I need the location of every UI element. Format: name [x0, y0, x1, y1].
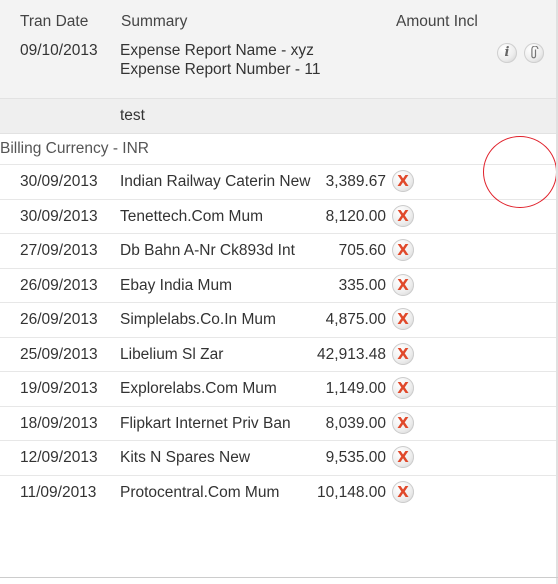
header-summary: Summary [121, 13, 188, 30]
transaction-row[interactable]: 11/09/2013 Protocentral.Com Mum 10,148.00 X [0, 474, 558, 509]
transaction-row[interactable]: 19/09/2013 Explorelabs.Com Mum 1,149.00 X [0, 371, 558, 405]
transaction-row[interactable]: 12/09/2013 Kits N Spares New 9,535.00 X [0, 440, 558, 474]
transaction-amount: 705.60 [338, 242, 386, 259]
transaction-date: 27/09/2013 [20, 242, 98, 259]
transaction-amount: 8,120.00 [325, 207, 386, 225]
transaction-date: 11/09/2013 [20, 483, 97, 501]
transactions-panel: Tran Date Summary Amount Incl 09/10/2013… [0, 0, 558, 584]
transaction-date: 18/09/2013 [20, 414, 98, 432]
delete-transaction-icon[interactable]: X [392, 239, 414, 261]
transaction-date: 26/09/2013 [20, 311, 98, 328]
transaction-summary: Libelium Sl Zar [120, 345, 224, 363]
highlight-circle-annotation [483, 136, 557, 208]
expense-report-row: 09/10/2013 Expense Report Name - xyz Exp… [0, 35, 558, 98]
info-icon[interactable]: i [497, 43, 517, 63]
transaction-row[interactable]: 26/09/2013 Simplelabs.Co.In Mum 4,875.00 X [0, 302, 558, 336]
header-tran-date: Tran Date [20, 13, 89, 30]
transaction-row[interactable]: 25/09/2013 Libelium Sl Zar 42,913.48 X [0, 336, 558, 371]
expense-report-date: 09/10/2013 [20, 42, 98, 59]
billing-currency-row: Billing Currency - INR [0, 133, 558, 165]
transaction-row[interactable]: 30/09/2013 Indian Railway Caterin New 3,38… [0, 164, 558, 198]
transaction-amount: 3,389.67 [325, 173, 386, 190]
transaction-amount: 1,149.00 [325, 380, 386, 397]
expense-report-note-row: test [0, 98, 558, 134]
transaction-row[interactable]: 18/09/2013 Flipkart Internet Priv Ban 8,03… [0, 405, 558, 440]
transaction-date: 30/09/2013 [20, 207, 98, 225]
transaction-amount: 10,148.00 [317, 483, 386, 501]
transaction-row[interactable]: 27/09/2013 Db Bahn A-Nr Ck893d Int 705.60 X [0, 233, 558, 267]
transaction-date: 25/09/2013 [20, 345, 98, 363]
transaction-row[interactable]: 26/09/2013 Ebay India Mum 335.00 X [0, 267, 558, 302]
transaction-amount: 42,913.48 [317, 345, 386, 363]
table-header: Tran Date Summary Amount Incl [0, 0, 558, 35]
transaction-amount: 4,875.00 [325, 311, 386, 328]
delete-transaction-icon[interactable]: X [392, 342, 414, 365]
delete-transaction-icon[interactable]: X [392, 446, 414, 468]
transaction-date: 19/09/2013 [20, 380, 98, 397]
scroll-cutoff-line [0, 577, 558, 578]
delete-transaction-icon[interactable]: X [392, 308, 414, 330]
transaction-date: 30/09/2013 [20, 173, 98, 190]
delete-transaction-icon[interactable]: X [392, 377, 414, 399]
delete-transaction-icon[interactable]: X [392, 170, 414, 192]
delete-transaction-icon[interactable]: X [392, 411, 414, 434]
expense-report-number: Expense Report Number - 11 [120, 61, 321, 78]
transaction-row[interactable]: 30/09/2013 Tenettech.Com Mum 8,120.00 X [0, 198, 558, 233]
delete-transaction-icon[interactable]: X [392, 273, 414, 296]
transaction-amount: 8,039.00 [325, 414, 386, 432]
transaction-date: 12/09/2013 [20, 449, 98, 466]
expense-report-note: test [120, 107, 145, 124]
paperclip-icon[interactable] [524, 43, 544, 63]
header-amount: Amount Incl [396, 13, 478, 30]
delete-transaction-icon[interactable]: X [392, 480, 414, 503]
delete-transaction-icon[interactable]: X [392, 204, 414, 227]
transaction-amount: 335.00 [338, 276, 386, 294]
expense-report-name: Expense Report Name - xyz [120, 42, 314, 59]
transaction-amount: 9,535.00 [325, 449, 386, 466]
billing-currency-label: Billing Currency - INR [0, 140, 150, 157]
transaction-date: 26/09/2013 [20, 276, 98, 294]
